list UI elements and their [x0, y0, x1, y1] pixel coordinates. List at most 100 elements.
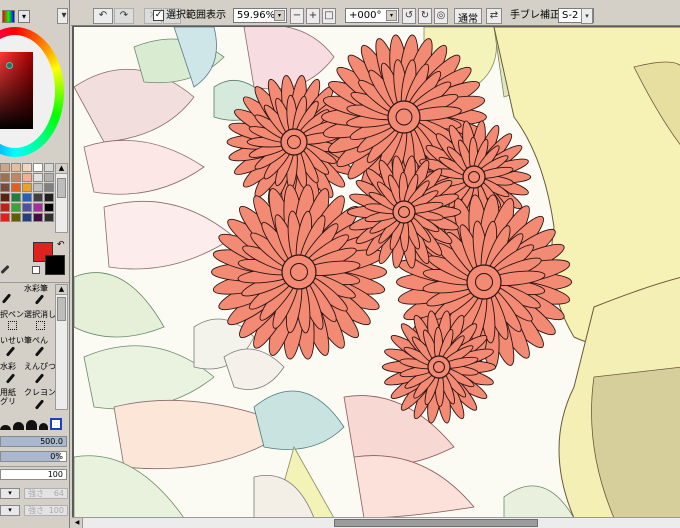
- color-swatch[interactable]: [22, 203, 32, 212]
- brush-pen-icon[interactable]: [34, 346, 45, 357]
- color-swatch[interactable]: [44, 193, 54, 202]
- color-swatch[interactable]: [11, 183, 21, 192]
- swatch-scrollbar[interactable]: ▲: [55, 163, 68, 233]
- edge-slider[interactable]: 100: [0, 469, 67, 480]
- dilution-strength-value: 100: [48, 506, 64, 515]
- color-swatch[interactable]: [44, 203, 54, 212]
- brush-shape-medium-icon[interactable]: [26, 420, 37, 430]
- color-panel-dropdown[interactable]: ▾: [18, 9, 30, 23]
- tool-label-selection-pen[interactable]: 択ペン: [0, 310, 24, 320]
- watercolor-icon[interactable]: [5, 373, 16, 384]
- eyedropper-icon[interactable]: [0, 264, 10, 275]
- color-swatch[interactable]: [11, 173, 21, 182]
- selection-display-checkbox[interactable]: ✓: [153, 10, 164, 21]
- saturation-value-square[interactable]: [0, 52, 33, 129]
- scroll-up-icon[interactable]: ▲: [56, 285, 67, 295]
- tool-label-brush-pen[interactable]: 筆ぺん: [24, 336, 48, 346]
- brush-size-slider[interactable]: 500.0: [0, 436, 67, 447]
- scroll-left-icon[interactable]: ◀: [72, 518, 83, 528]
- color-swatch[interactable]: [22, 173, 32, 182]
- color-mode-button[interactable]: [2, 9, 15, 23]
- color-swatch[interactable]: [0, 213, 10, 222]
- dilution-dropdown[interactable]: ▾: [0, 505, 20, 516]
- color-swatch[interactable]: [0, 163, 10, 172]
- color-picker-cursor[interactable]: [6, 62, 13, 69]
- selection-eraser-icon[interactable]: [36, 321, 45, 330]
- tool-label-gradient[interactable]: グリ: [0, 397, 16, 407]
- tool-label-crayon[interactable]: クレヨン: [24, 388, 56, 398]
- redo-icon[interactable]: ↷: [114, 8, 134, 24]
- zoom-dropdown-icon[interactable]: ▾: [274, 10, 285, 21]
- rotation-dropdown-icon[interactable]: ▾: [386, 10, 397, 21]
- color-swatch[interactable]: [22, 193, 32, 202]
- brush-tool-icon[interactable]: [1, 293, 12, 304]
- horizontal-scroll-thumb[interactable]: [334, 519, 538, 527]
- selection-pen-icon[interactable]: [8, 321, 17, 330]
- blend-strength-label: 強さ: [28, 489, 44, 498]
- scroll-up-icon[interactable]: ▲: [56, 164, 67, 174]
- color-swatch[interactable]: [33, 203, 43, 212]
- artwork-bouquet: [74, 27, 680, 517]
- color-swatch[interactable]: [11, 163, 21, 172]
- color-swatch[interactable]: [0, 193, 10, 202]
- crayon-icon[interactable]: [34, 399, 45, 410]
- tool-label-selection-eraser[interactable]: 選択消し: [24, 310, 56, 320]
- background-color-swatch[interactable]: [45, 255, 65, 275]
- brush-density-slider[interactable]: 0%: [0, 451, 67, 462]
- blend-dropdown[interactable]: ▾: [0, 488, 20, 499]
- rotate-right-icon[interactable]: ↻: [418, 8, 432, 24]
- color-swatch[interactable]: [22, 183, 32, 192]
- reset-colors-icon[interactable]: [32, 266, 40, 274]
- blend-strength-value: 64: [53, 489, 64, 498]
- normal-mode-button[interactable]: 通常: [454, 8, 482, 25]
- tool-label-pencil[interactable]: えんぴつ: [24, 362, 56, 372]
- zoom-in-icon[interactable]: +: [306, 8, 320, 24]
- brush-shape-soft-icon[interactable]: [13, 422, 24, 430]
- brush-shape-flat-icon[interactable]: [0, 425, 11, 430]
- color-swatch[interactable]: [33, 183, 43, 192]
- color-swatch[interactable]: [22, 163, 32, 172]
- color-swatch[interactable]: [44, 213, 54, 222]
- tool-scrollbar[interactable]: ▲: [55, 284, 68, 410]
- color-swatch[interactable]: [33, 193, 43, 202]
- dilution-strength-field: 強さ 100: [24, 505, 68, 516]
- color-swatch[interactable]: [44, 163, 54, 172]
- stabilizer-chevron-icon[interactable]: ▾: [581, 8, 593, 24]
- zoom-value: 59.96%: [237, 10, 276, 21]
- tool-scroll-thumb[interactable]: [57, 297, 66, 321]
- rotation-field[interactable]: +000° ▾: [345, 8, 399, 23]
- tool-label-watercolor-brush[interactable]: 水彩筆: [24, 284, 48, 294]
- color-swatch[interactable]: [44, 183, 54, 192]
- watercolor-brush-icon[interactable]: [34, 294, 45, 305]
- flip-view-icon[interactable]: ⇄: [486, 8, 502, 24]
- drawing-canvas[interactable]: [72, 26, 680, 517]
- tool-label-blur[interactable]: いせい: [0, 336, 24, 346]
- brush-shape-square-icon[interactable]: [50, 418, 62, 430]
- divider: [0, 282, 69, 283]
- dilution-strength-label: 強さ: [28, 506, 44, 515]
- tool-label-watercolor[interactable]: 水彩: [0, 362, 16, 372]
- color-swatch[interactable]: [11, 203, 21, 212]
- color-swatch[interactable]: [33, 163, 43, 172]
- swatch-scroll-thumb[interactable]: [57, 178, 66, 198]
- swap-colors-icon[interactable]: ↶: [57, 240, 65, 250]
- color-swatch[interactable]: [44, 173, 54, 182]
- rotate-reset-icon[interactable]: ◎: [434, 8, 448, 24]
- color-swatch[interactable]: [33, 173, 43, 182]
- color-swatch[interactable]: [11, 193, 21, 202]
- horizontal-scrollbar[interactable]: ◀: [72, 517, 680, 528]
- zoom-out-icon[interactable]: −: [290, 8, 304, 24]
- brush-shape-hard-icon[interactable]: [39, 423, 48, 430]
- color-swatch[interactable]: [0, 173, 10, 182]
- color-swatch[interactable]: [22, 213, 32, 222]
- zoom-reset-icon[interactable]: □: [322, 8, 336, 24]
- undo-icon[interactable]: ↶: [93, 8, 113, 24]
- color-swatch[interactable]: [11, 213, 21, 222]
- color-swatch[interactable]: [0, 203, 10, 212]
- pencil-icon[interactable]: [34, 373, 45, 384]
- color-swatch[interactable]: [0, 183, 10, 192]
- zoom-field[interactable]: 59.96% ▾: [233, 8, 287, 23]
- color-swatch[interactable]: [33, 213, 43, 222]
- rotate-left-icon[interactable]: ↺: [402, 8, 416, 24]
- blur-tool-icon[interactable]: [5, 346, 16, 357]
